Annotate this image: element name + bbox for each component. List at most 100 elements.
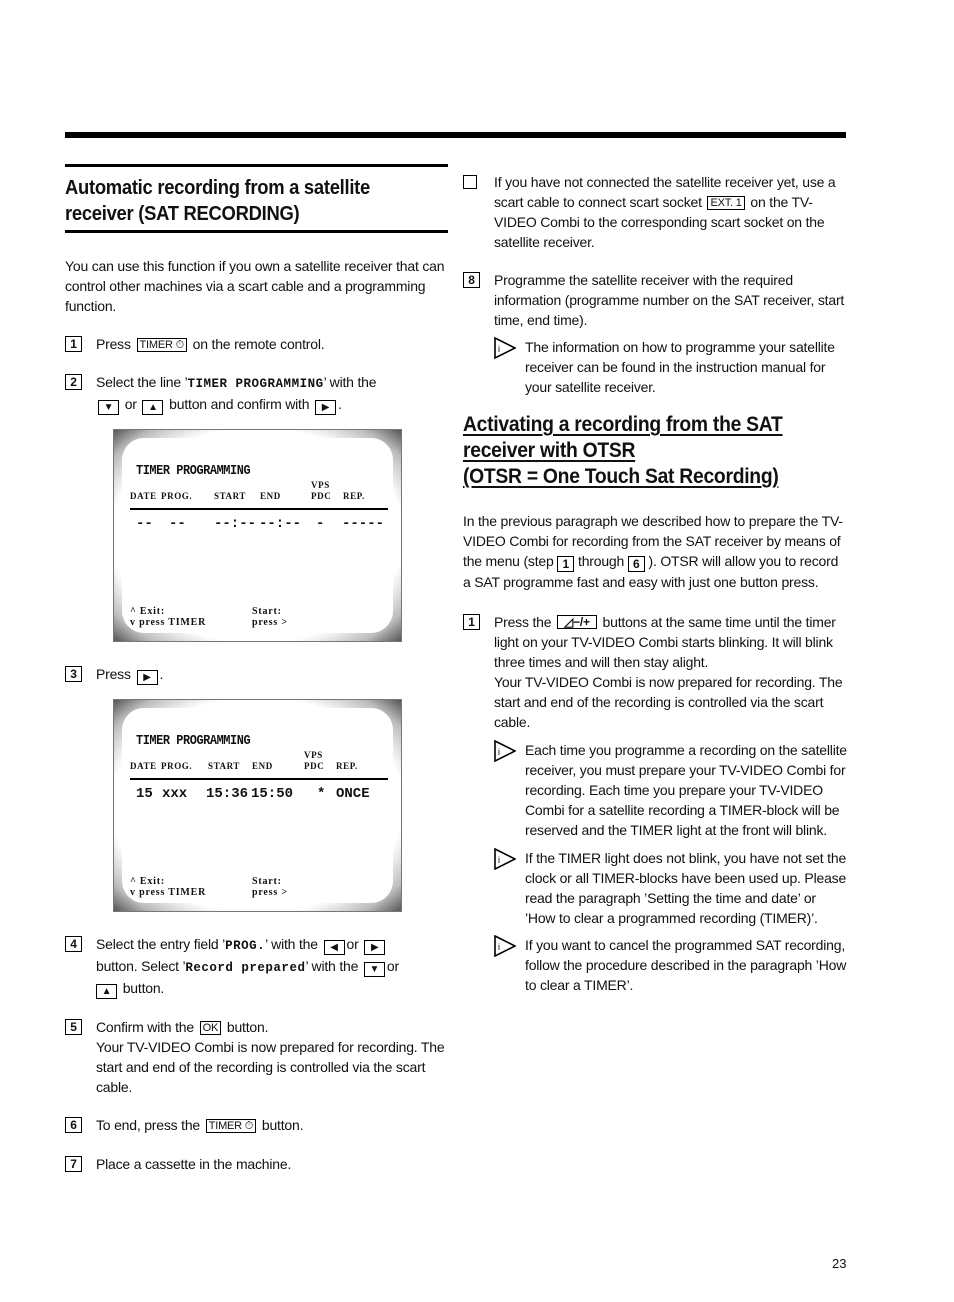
svg-text:i: i [498,942,500,952]
cell-rep: ONCE [336,786,370,802]
cell-prog: -- [169,516,186,532]
otsr-title-line1: Activating a recording from the SAT [463,413,783,436]
step-ref-1: 1 [557,556,575,572]
footer-start: Start: [252,876,282,887]
svg-text:i: i [498,855,500,865]
info-note: i Each time you programme a recording on… [494,740,847,840]
step-text: Place a cassette in the machine. [96,1156,292,1172]
footer-start-action: press > [252,887,288,898]
field-name: PROG. [225,939,266,953]
screen-header-rule [130,778,388,780]
screen-title: TIMER PROGRAMMING [136,733,251,749]
volume-key: ◿−/+ [557,615,597,629]
header-rep: REP. [336,761,358,771]
section-title: Automatic recording from a satellite rec… [65,175,417,227]
header-vps: VPS [311,480,330,490]
right-column: If you have not connected the satellite … [463,164,847,995]
header-prog: PROG. [161,491,193,501]
footer-exit-action: v press TIMER [130,887,207,898]
step-text: ’ with the [305,958,359,974]
down-arrow-key: ▼ [98,400,119,415]
info-icon: i [494,740,516,762]
intro-text: through [578,553,625,569]
cell-start: --:-- [214,516,257,532]
note-text: If the TIMER light does not blink, you h… [525,850,847,926]
header-start: START [208,761,241,771]
info-icon: i [494,337,516,359]
header-start: START [214,491,247,501]
cell-vps: * [317,786,326,802]
left-arrow-key: ◀ [323,940,345,955]
cell-start: 15:36 [206,786,249,802]
step-text: Your TV-VIDEO Combi is now prepared for … [96,1039,445,1095]
page-number: 23 [832,1256,847,1271]
step-2: 2 Select the line ’TIMER PROGRAMMING’ wi… [65,372,448,415]
up-arrow-key: ▲ [142,400,164,415]
step-text: ’ with the [265,936,318,952]
header-end: END [252,761,273,771]
step-number: 8 [463,272,480,288]
info-icon: i [494,935,516,957]
step-number: 5 [65,1019,82,1035]
up-arrow-key: ▲ [96,984,117,999]
step-3: 3 Press ▶. [65,664,448,685]
intro-paragraph: You can use this function if you own a s… [65,258,445,314]
ext1-socket-label: EXT. 1 [707,196,745,210]
svg-text:i: i [498,344,500,354]
step-text: ’ with the [323,374,377,390]
step-number: 2 [65,374,82,390]
header-end: END [260,491,281,501]
step-text: Press [96,336,131,352]
info-note: i The information on how to programme yo… [494,337,847,397]
step-4: 4 Select the entry field ’PROG.’ with th… [65,934,448,999]
right-arrow-key: ▶ [136,670,158,685]
cell-date: -- [136,516,153,532]
cell-date: 15 [136,786,153,802]
cell-end: --:-- [259,516,302,532]
step-text: . [159,666,164,682]
right-arrow-key: ▶ [364,940,386,955]
step-text: To end, press the [96,1117,200,1133]
section-title-line2: receiver (SAT RECORDING) [65,203,300,225]
note-text: The information on how to programme your… [525,339,835,395]
top-rule [65,132,846,138]
note-text: Each time you programme a recording on t… [525,742,847,838]
step-8: 8 Programme the satellite receiver with … [463,270,847,330]
step-text: . [338,396,342,412]
svg-text:i: i [498,747,500,757]
cell-vps: - [316,516,325,532]
step-text: Select the entry field ’ [96,936,226,952]
screen-header-rule [130,508,388,510]
header-pdc: PDC [304,761,325,771]
section-title-line1: Automatic recording from a satellite [65,177,370,199]
tv-screen-filled: TIMER PROGRAMMING DATE PROG. START END V… [113,699,402,912]
otsr-intro: In the previous paragraph we described h… [463,511,847,592]
timer-key: TIMER ⏱ [136,338,187,352]
step-number: 6 [65,1117,82,1133]
step-number: 7 [65,1156,82,1172]
title-rule-bottom [65,230,448,233]
step-text: button. Select ’ [96,958,186,974]
step-number: 4 [65,936,82,952]
otsr-section-title: Activating a recording from the SAT rece… [463,412,816,490]
timer-key: TIMER ⏱ [205,1119,257,1133]
step-ref-6: 6 [627,556,645,572]
step-text: or [346,936,359,952]
step-text: Select the line ’ [96,374,188,390]
otsr-title-line3: (OTSR = One Touch Sat Recording) [463,465,779,488]
step-text: button. [261,1117,304,1133]
step-text: button. [226,1019,269,1035]
footer-exit: ^ Exit: [130,876,166,887]
info-note: i If the TIMER light does not blink, you… [494,848,847,928]
step-1: 1 Press TIMER ⏱ on the remote control. [65,334,448,354]
step-text: button and confirm with [169,396,310,412]
step-text: Programme the satellite receiver with th… [494,272,845,328]
step-5: 5 Confirm with the OK button. Your TV-VI… [65,1017,448,1097]
ok-key: OK [199,1021,222,1035]
step-text: Confirm with the [96,1019,194,1035]
step-text: Press the [494,614,552,630]
footer-start: Start: [252,606,282,617]
footer-start-action: press > [252,617,288,628]
screen-title: TIMER PROGRAMMING [136,463,251,479]
step-number: 1 [463,614,480,630]
